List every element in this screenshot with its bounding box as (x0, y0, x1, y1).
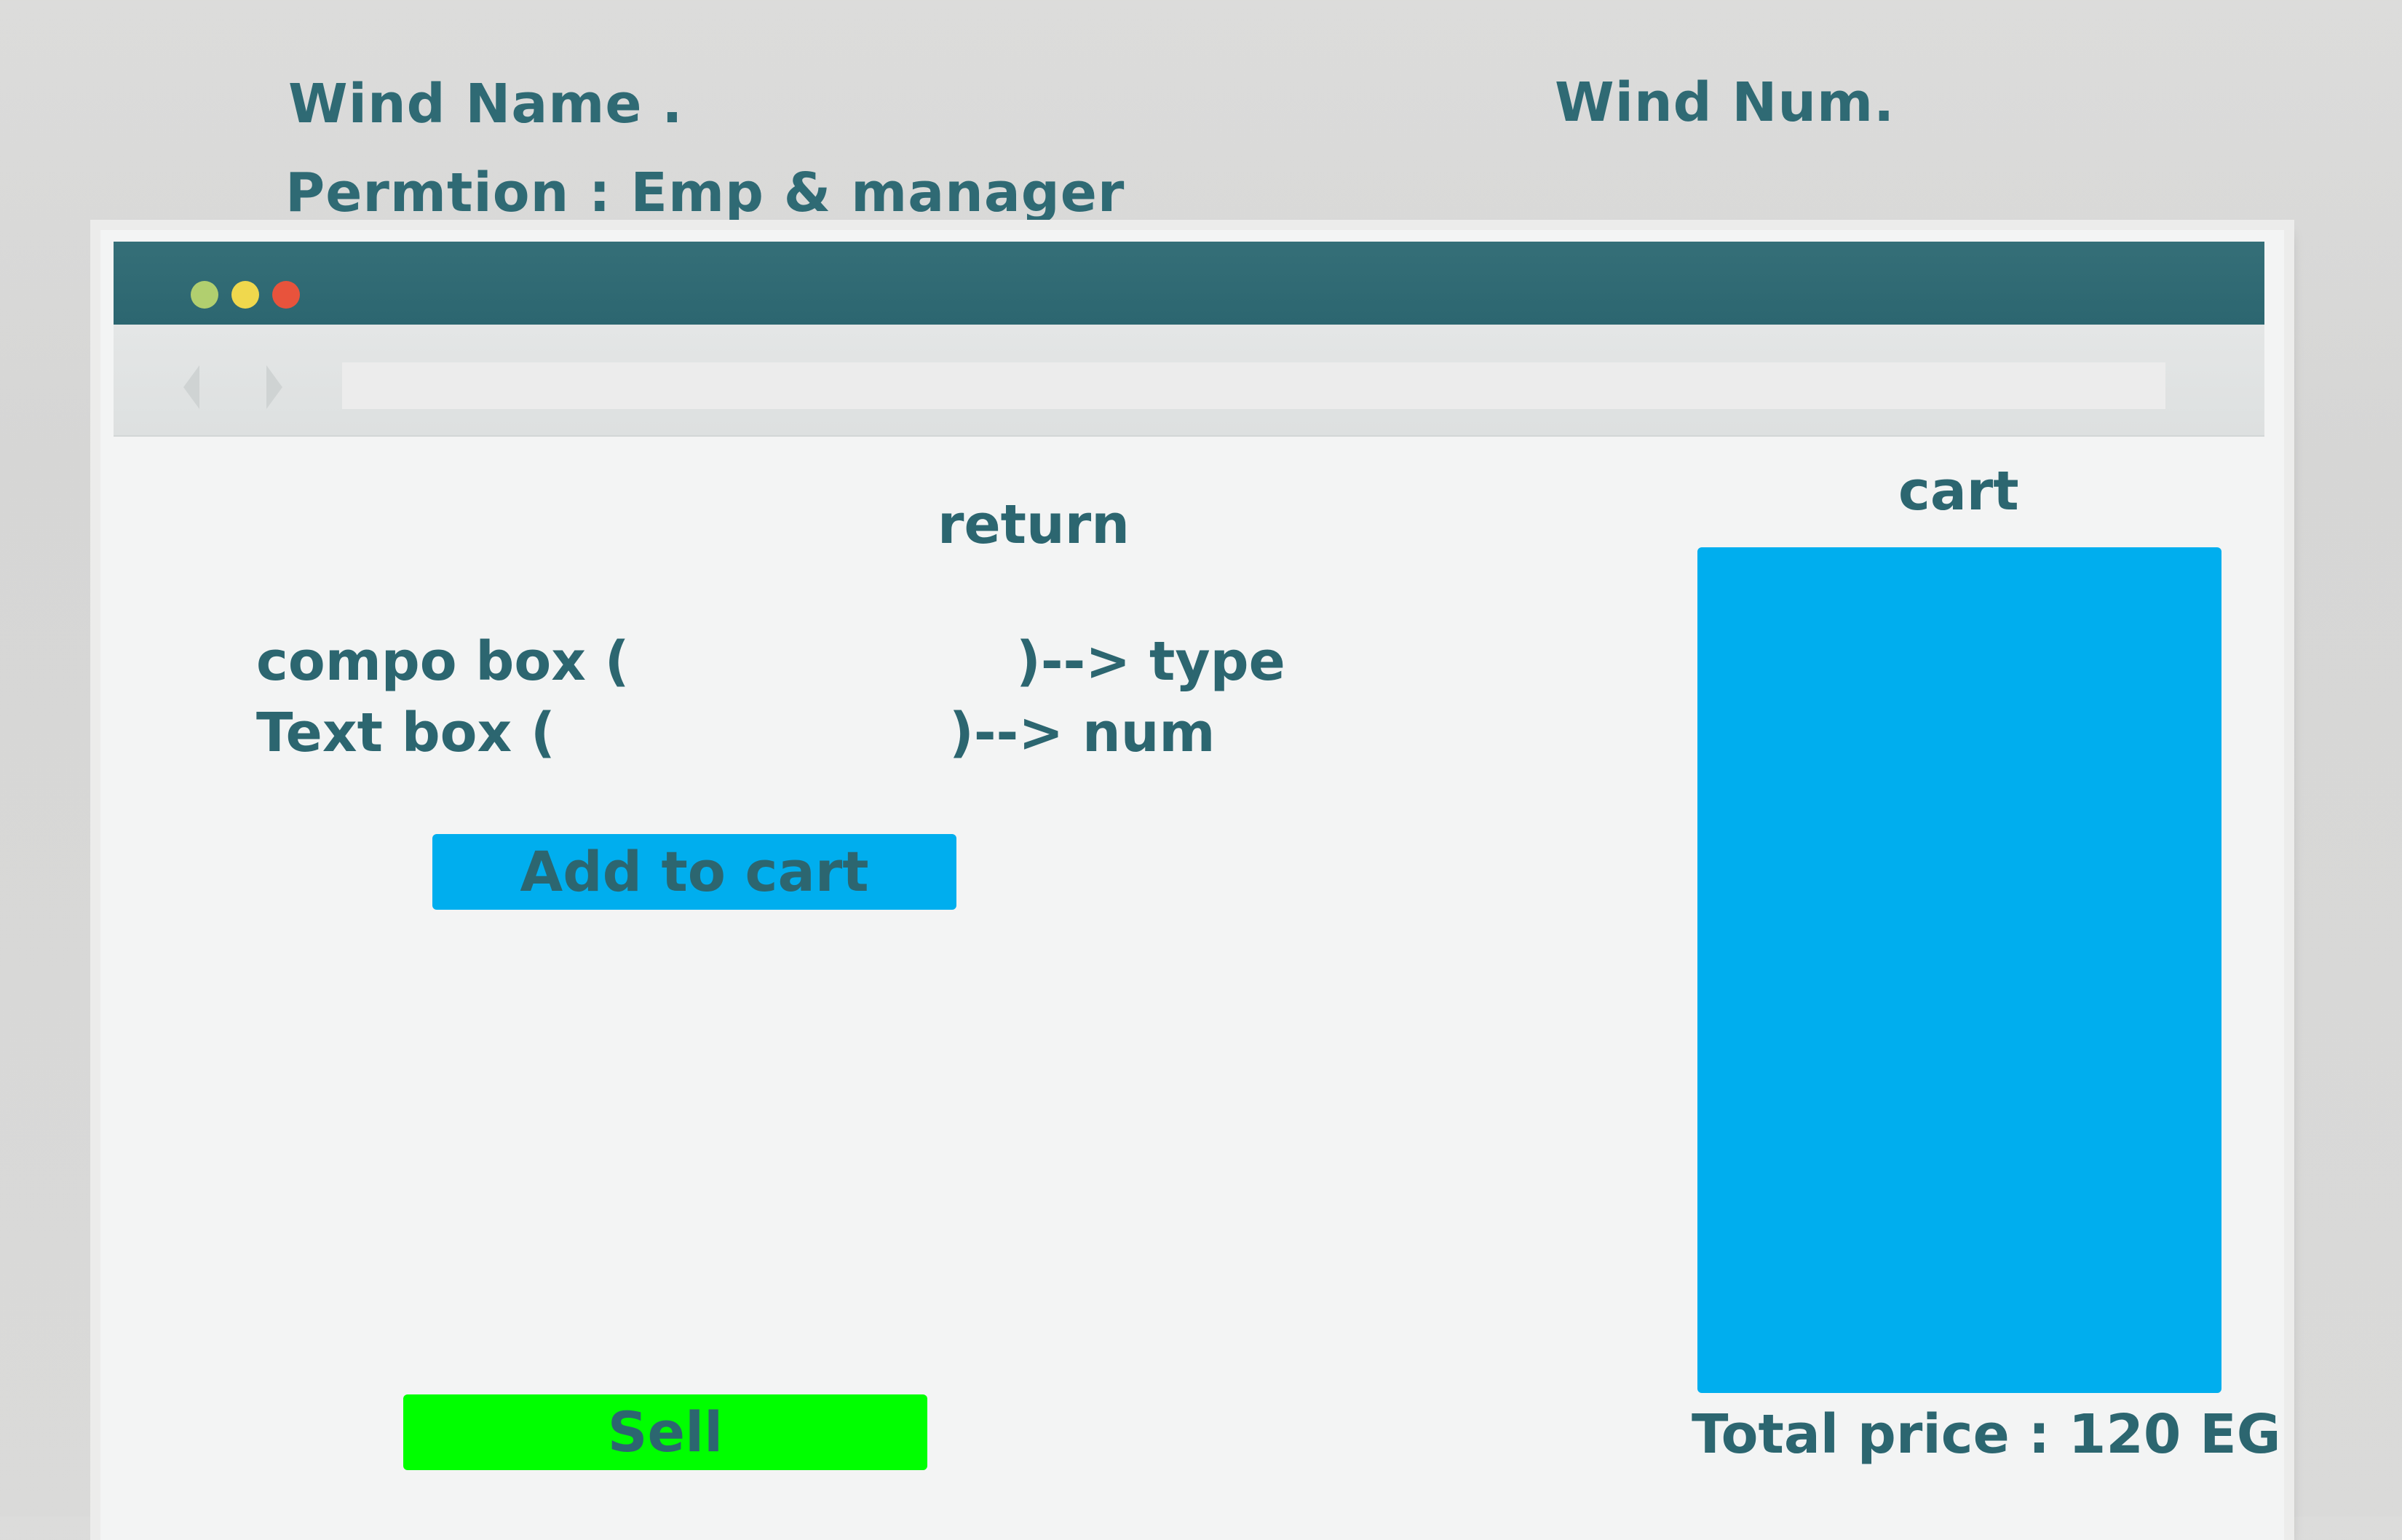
window-red-dot-icon[interactable] (272, 281, 300, 309)
sell-button[interactable]: Sell (403, 1394, 927, 1470)
combo-box-type-hint: )--> type (1016, 630, 1285, 693)
back-arrow-icon[interactable] (183, 365, 199, 409)
window-yellow-dot-icon[interactable] (231, 281, 259, 309)
combo-box-label: compo box ( (256, 630, 630, 693)
permission-label: Permtion : Emp & manager (285, 162, 1125, 224)
browser-window: return cart compo box ( )--> type Text b… (100, 230, 2284, 1540)
cart-list[interactable] (1697, 547, 2221, 1393)
page-title: return (938, 493, 1130, 556)
navigation-bar (114, 325, 2264, 437)
wind-name-label: Wind Name . (288, 73, 683, 135)
type-combo-box[interactable] (617, 633, 1003, 691)
address-bar[interactable] (342, 362, 2165, 409)
total-price-label: Total price : 120 EG (1692, 1403, 2281, 1466)
add-to-cart-button[interactable]: Add to cart (432, 834, 956, 910)
text-box-num-hint: )--> num (949, 702, 1216, 764)
num-text-box[interactable] (549, 704, 938, 763)
forward-arrow-icon[interactable] (266, 365, 282, 409)
wind-num-label: Wind Num. (1555, 71, 1895, 134)
window-green-dot-icon[interactable] (191, 281, 218, 309)
title-bar (114, 242, 2264, 325)
cart-title: cart (1898, 460, 2019, 523)
text-box-label: Text box ( (256, 702, 555, 764)
